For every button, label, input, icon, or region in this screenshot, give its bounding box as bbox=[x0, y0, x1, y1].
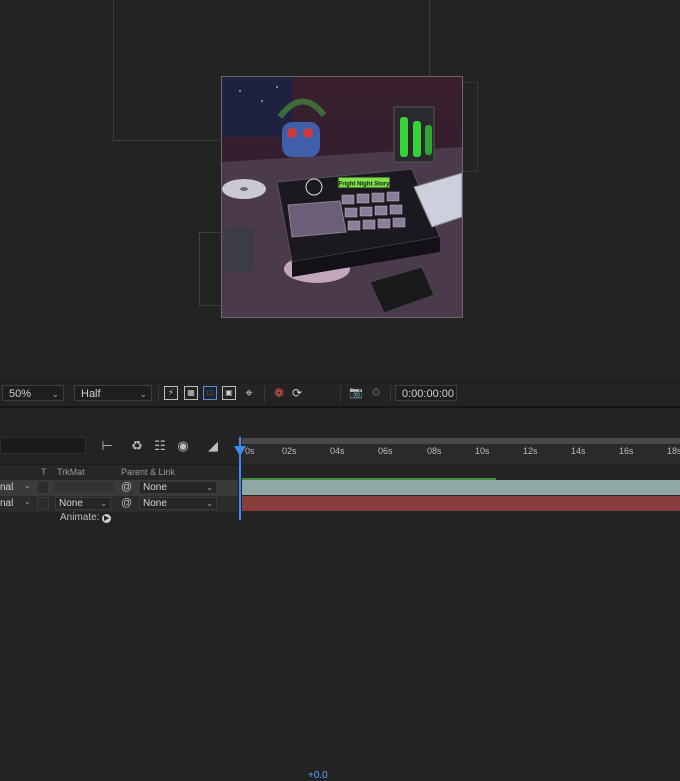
mask-visibility-icon[interactable]: □ bbox=[203, 386, 217, 400]
work-area-bar[interactable] bbox=[242, 438, 680, 444]
ruler-tick-label: 06s bbox=[378, 446, 393, 456]
toolbar-divider bbox=[340, 386, 341, 402]
fast-previews-icon[interactable]: ⚡ bbox=[164, 386, 178, 400]
composition-viewer[interactable]: Fright Night Story bbox=[0, 0, 680, 382]
layer-bounds-guide bbox=[199, 232, 222, 306]
ruler-tick-label: 14s bbox=[571, 446, 586, 456]
pick-whip-icon[interactable]: @ bbox=[121, 497, 132, 510]
chevron-down-icon: ⌄ bbox=[139, 389, 147, 399]
timecode-value: 0:00:00:00 bbox=[402, 388, 454, 400]
trkmat-value: None bbox=[59, 498, 83, 509]
ruler-tick-label: 18s bbox=[667, 446, 680, 456]
color-management-icon[interactable]: ⟳ bbox=[290, 386, 304, 400]
timecode-display[interactable]: 0:00:00:00 bbox=[395, 385, 457, 401]
layer-column-header: T TrkMat Parent & Link bbox=[0, 464, 238, 481]
ruler-tick-label: 10s bbox=[475, 446, 490, 456]
animate-label: Animate: bbox=[60, 512, 100, 523]
chevron-down-icon: ⌄ bbox=[51, 389, 59, 399]
frame-blending-icon[interactable]: ☷ bbox=[152, 438, 168, 454]
ruler-tick-label: 16s bbox=[619, 446, 634, 456]
toolbar-divider bbox=[390, 386, 391, 402]
chevron-down-icon: ⌄ bbox=[206, 483, 213, 492]
zoom-value: 50% bbox=[9, 388, 32, 400]
show-snapshot-icon[interactable]: ♻ bbox=[369, 386, 383, 400]
trkmat-dropdown[interactable] bbox=[52, 481, 116, 494]
test-tube-shape bbox=[400, 117, 408, 157]
ruler-tick-label: 0s bbox=[245, 446, 255, 456]
layer-bounds-guide bbox=[461, 82, 478, 172]
layer-duration-bar[interactable] bbox=[242, 480, 680, 495]
layer-row[interactable]: nal ⌄ @ None ⌄ bbox=[0, 480, 238, 496]
preserve-transparency-box[interactable] bbox=[37, 481, 49, 494]
ruler-tick-label: 02s bbox=[282, 446, 297, 456]
chevron-down-icon[interactable]: ⌄ bbox=[24, 497, 31, 506]
parent-dropdown[interactable]: None ⌄ bbox=[139, 481, 217, 494]
layer-row[interactable]: nal ⌄ None ⌄ @ None ⌄ bbox=[0, 496, 238, 512]
blend-mode-label[interactable]: nal bbox=[0, 481, 13, 494]
toolbar-divider bbox=[264, 386, 265, 402]
resolution-value: Half bbox=[81, 388, 101, 400]
layer-search-input[interactable] bbox=[0, 437, 86, 454]
region-of-interest-icon[interactable]: ▣ bbox=[222, 386, 236, 400]
parent-value: None bbox=[143, 498, 167, 509]
trkmat-dropdown[interactable]: None ⌄ bbox=[55, 497, 111, 510]
ruler-tick-label: 12s bbox=[523, 446, 538, 456]
channels-icon[interactable]: ❁ bbox=[272, 386, 286, 400]
parent-value: None bbox=[143, 482, 167, 493]
column-parent-link[interactable]: Parent & Link bbox=[121, 467, 175, 477]
parent-dropdown[interactable]: None ⌄ bbox=[139, 497, 217, 510]
playhead-handle-icon[interactable] bbox=[234, 446, 246, 456]
chevron-down-icon[interactable]: ⌄ bbox=[24, 481, 31, 490]
blend-mode-label[interactable]: nal bbox=[0, 497, 13, 510]
column-trkmat[interactable]: TrkMat bbox=[57, 467, 85, 477]
grid-guides-icon[interactable]: ⌖ bbox=[242, 386, 256, 400]
transparency-grid-icon[interactable]: ▦ bbox=[184, 386, 198, 400]
chevron-down-icon: ⌄ bbox=[206, 499, 213, 508]
composition-artwork: Fright Night Story bbox=[222, 77, 462, 317]
ruler-tick-label: 08s bbox=[427, 446, 442, 456]
plant-pot-shape bbox=[282, 122, 320, 157]
viewer-toolbar: 50% ⌄ Half ⌄ ⚡ ▦ □ ▣ ⌖ ❁ ⟳ +0.0 📷 ♻ 0:00:0… bbox=[0, 382, 680, 781]
comp-flowchart-icon[interactable]: ⊢ bbox=[99, 438, 115, 454]
preserve-transparency-box[interactable] bbox=[37, 497, 49, 510]
exposure-value[interactable]: +0.0 bbox=[308, 770, 328, 781]
pick-whip-icon[interactable]: @ bbox=[121, 481, 132, 494]
camera-snapshot-icon[interactable]: 📷 bbox=[349, 386, 363, 400]
shy-layers-icon[interactable]: ♻ bbox=[129, 438, 145, 454]
fright-night-sign: Fright Night Story bbox=[339, 182, 391, 188]
resolution-dropdown[interactable]: Half ⌄ bbox=[74, 385, 152, 401]
window-shape bbox=[222, 77, 292, 137]
column-t: T bbox=[41, 467, 47, 477]
zoom-dropdown[interactable]: 50% ⌄ bbox=[2, 385, 64, 401]
composition-frame[interactable]: Fright Night Story bbox=[221, 76, 463, 318]
cup-shape bbox=[224, 227, 254, 272]
animate-menu[interactable]: Animate: ▶ bbox=[60, 512, 112, 523]
chevron-down-icon: ⌄ bbox=[100, 499, 107, 508]
layer-duration-bar[interactable] bbox=[242, 496, 680, 511]
motion-blur-icon[interactable]: ◉ bbox=[175, 438, 191, 454]
toolbar-divider bbox=[158, 386, 159, 402]
ruler-tick-label: 04s bbox=[330, 446, 345, 456]
play-circle-icon: ▶ bbox=[102, 514, 112, 523]
graph-editor-icon[interactable]: ◢ bbox=[205, 438, 221, 454]
